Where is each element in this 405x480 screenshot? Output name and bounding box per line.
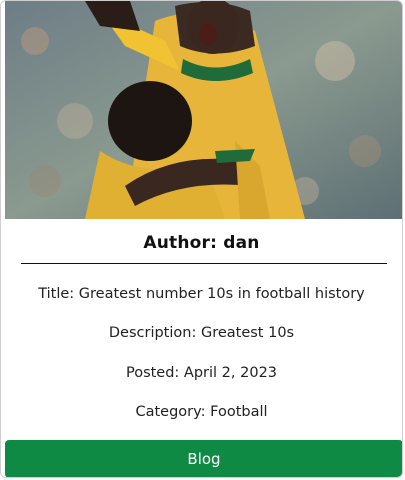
post-image (5, 1, 402, 219)
divider (21, 263, 387, 264)
blog-button[interactable]: Blog (5, 440, 402, 477)
post-title: Title: Greatest number 10s in football h… (38, 286, 365, 302)
post-description: Description: Greatest 10s (108, 325, 295, 341)
post-card: Author: dan Title: Greatest number 10s i… (0, 0, 403, 478)
post-category: Category: Football (135, 404, 268, 420)
author-heading: Author: dan (143, 233, 260, 253)
post-date: Posted: April 2, 2023 (125, 365, 278, 381)
